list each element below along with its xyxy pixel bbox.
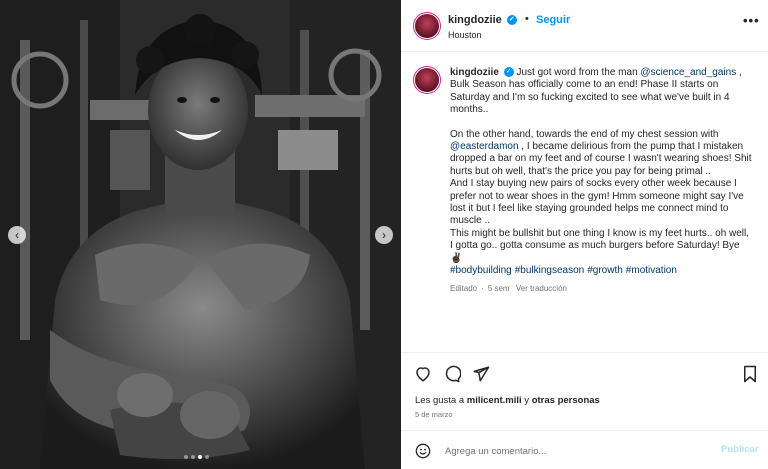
carousel-dot-active	[198, 455, 202, 459]
carousel-dot	[205, 455, 209, 459]
more-icon[interactable]: •••	[743, 13, 760, 28]
hashtag-link[interactable]: #growth	[587, 265, 623, 276]
likes-prefix: Les gusta a	[415, 395, 467, 406]
post-header: kingdoziie ✓ • Seguir Houston •••	[401, 0, 768, 52]
share-icon[interactable]	[472, 365, 490, 388]
caption-avatar[interactable]	[415, 68, 439, 92]
comment-input[interactable]	[443, 442, 707, 460]
edited-label: Editado	[450, 283, 478, 293]
hashtag-link[interactable]: #bodybuilding	[450, 265, 512, 276]
post-photo[interactable]: ‹ ›	[0, 0, 401, 469]
carousel-next-button[interactable]: ›	[375, 226, 393, 244]
comment-icon[interactable]	[443, 365, 462, 388]
separator-dot: •	[525, 13, 529, 25]
post-details-panel: kingdoziie ✓ • Seguir Houston ••• kingdo…	[401, 0, 768, 469]
time-ago[interactable]: 5 sem	[488, 284, 510, 293]
caption-meta: Editado · 5 sem Ver traducción	[450, 283, 567, 293]
carousel-dot	[184, 455, 188, 459]
username-text[interactable]: kingdoziie	[448, 14, 502, 26]
avatar[interactable]	[415, 14, 439, 38]
bookmark-icon[interactable]	[742, 365, 758, 388]
hashtag-link[interactable]: #motivation	[626, 265, 677, 276]
verified-icon: ✓	[503, 67, 514, 78]
likes-middle: y	[521, 395, 532, 406]
heart-icon[interactable]	[414, 365, 432, 388]
hashtag-link[interactable]: #bulkingseason	[515, 265, 585, 276]
caption-p3: And I stay buying new pairs of socks eve…	[450, 178, 744, 227]
mention-link[interactable]: @easterdamon	[450, 141, 519, 152]
post-date[interactable]: 5 de marzo	[415, 410, 453, 419]
publish-button[interactable]: Publicar	[721, 444, 759, 455]
caption-p1-a: Just got word from the man	[516, 67, 641, 78]
see-translation-link[interactable]: Ver traducción	[516, 284, 567, 293]
caption-text: kingdoziie ✓ Just got word from the man …	[450, 67, 754, 295]
carousel-dot	[191, 455, 195, 459]
emoji-icon[interactable]	[415, 443, 431, 464]
likes-others-link[interactable]: otras personas	[532, 395, 600, 406]
likes-summary: Les gusta a milicent.mili y otras person…	[415, 395, 600, 406]
caption-p2-a: On the other hand, towards the end of my…	[450, 128, 719, 140]
header-username[interactable]: kingdoziie ✓	[448, 14, 517, 26]
bodybuilder-photo	[0, 0, 401, 469]
action-bar	[401, 352, 768, 394]
mention-link[interactable]: @science_and_gains	[640, 67, 736, 78]
carousel-prev-button[interactable]: ‹	[8, 226, 26, 244]
carousel-dots	[184, 455, 209, 459]
caption-username[interactable]: kingdoziie	[450, 67, 499, 78]
follow-button[interactable]: Seguir	[536, 14, 570, 26]
comment-bar: Publicar	[401, 430, 768, 469]
location-link[interactable]: Houston	[448, 30, 482, 40]
caption-p4: This might be bullshit but one thing I k…	[450, 227, 750, 264]
hashtag-list: #bodybuilding #bulkingseason #growth #motiv…	[450, 265, 754, 277]
liker-username[interactable]: milicent.mili	[467, 395, 522, 406]
caption-area: kingdoziie ✓ Just got word from the man …	[401, 52, 768, 352]
verified-icon: ✓	[506, 15, 517, 26]
